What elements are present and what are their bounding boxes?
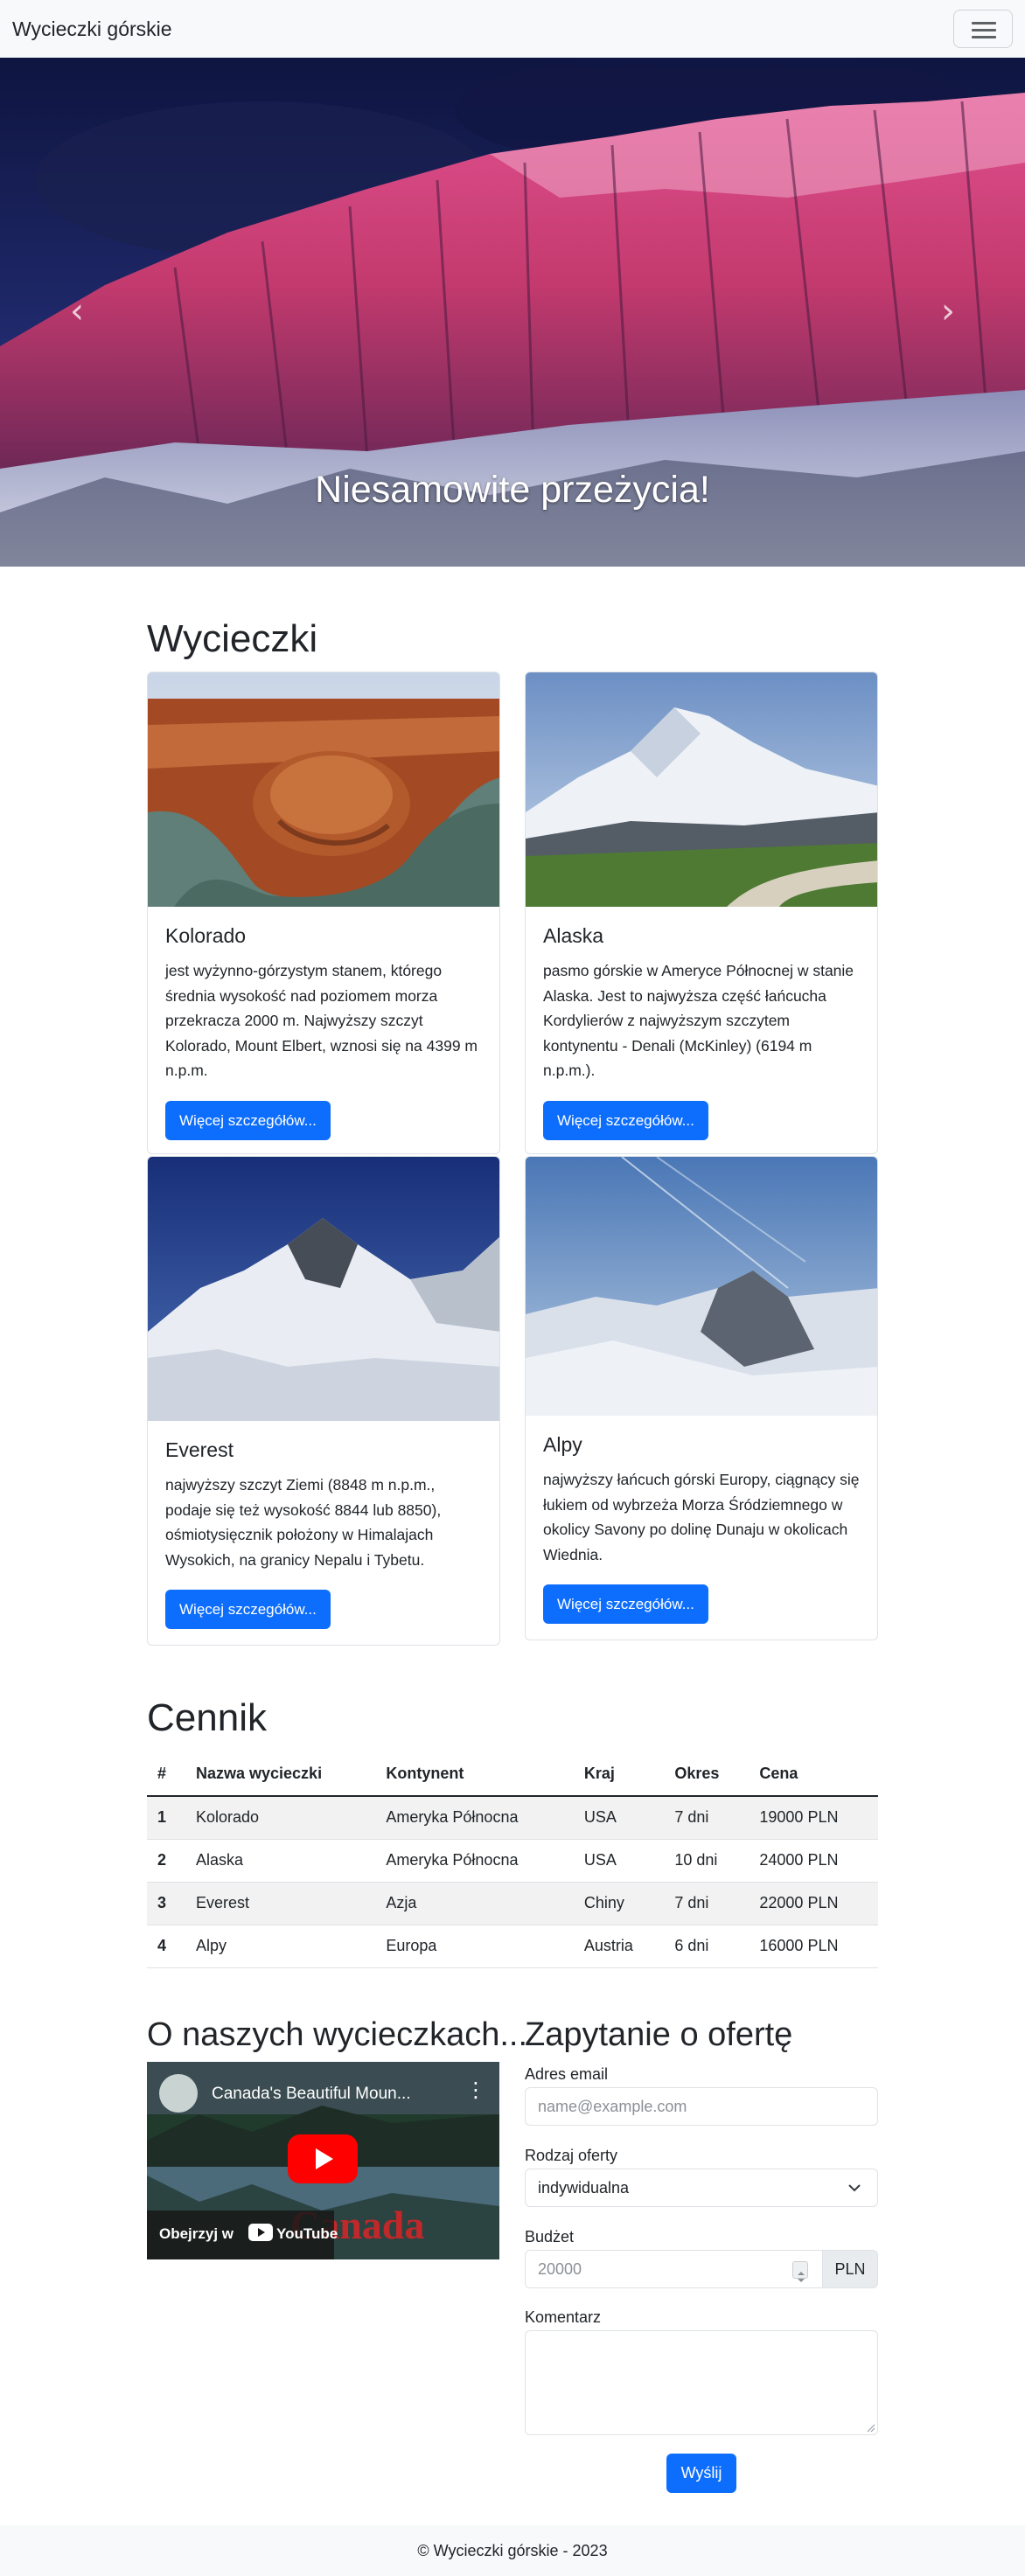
- table-cell: 2: [147, 1839, 185, 1883]
- navbar: Wycieczki górskie: [0, 0, 1025, 58]
- table-cell: Europa: [375, 1925, 574, 1968]
- table-cell: 24000 PLN: [749, 1839, 878, 1883]
- budget-input[interactable]: 20000: [525, 2250, 823, 2288]
- table-header: Nazwa wycieczki: [185, 1752, 376, 1797]
- youtube-logo-icon: [248, 2224, 273, 2241]
- card-title: Everest: [165, 1438, 234, 1461]
- submit-button[interactable]: Wyślij: [666, 2454, 736, 2493]
- carousel-caption: Niesamowite przeżycia!: [315, 469, 710, 511]
- channel-avatar[interactable]: [159, 2074, 198, 2113]
- table-header: Kraj: [573, 1752, 665, 1797]
- footer: © Wycieczki górskie - 2023: [0, 2525, 1025, 2576]
- pricing-heading: Cennik: [147, 1696, 267, 1739]
- alaska-image: [526, 672, 877, 907]
- resize-handle-icon[interactable]: [865, 2422, 875, 2433]
- table-cell: 10 dni: [664, 1839, 750, 1883]
- offer-type-value: indywidualna: [538, 2179, 630, 2197]
- card-title: Alaska: [543, 924, 604, 947]
- table-cell: 19000 PLN: [749, 1796, 878, 1840]
- table-cell: Alpy: [185, 1925, 376, 1968]
- trip-card-kolorado: Kolorado jest wyżynno-górzystym stanem, …: [147, 672, 500, 1154]
- hamburger-icon: [972, 22, 996, 24]
- hero-carousel: ‹ › Niesamowite przeżycia!: [0, 58, 1025, 567]
- chevron-down-icon: [848, 2184, 861, 2192]
- youtube-video-embed[interactable]: Canada's Beautiful Moun... ⋮ Canada Obej…: [147, 2062, 499, 2259]
- card-text: najwyższy łańcuch górski Europy, ciągnąc…: [543, 1471, 860, 1563]
- card-text: pasmo górskie w Ameryce Północnej w stan…: [543, 962, 854, 1079]
- number-spinner-icon[interactable]: [792, 2261, 808, 2282]
- alpy-image: [526, 1157, 877, 1416]
- comment-label: Komentarz: [525, 2308, 602, 2326]
- card-text: najwyższy szczyt Ziemi (8848 m n.p.m., p…: [165, 1476, 442, 1569]
- budget-label: Budżet: [525, 2228, 575, 2245]
- watch-on-youtube-bar[interactable]: Obejrzyj w YouTube: [147, 2210, 338, 2259]
- table-cell: Alaska: [185, 1839, 376, 1883]
- table-cell: 1: [147, 1796, 185, 1840]
- video-title[interactable]: Canada's Beautiful Moun...: [212, 2085, 411, 2104]
- trip-card-alaska: Alaska pasmo górskie w Ameryce Północnej…: [525, 672, 878, 1154]
- email-input[interactable]: name@example.com: [525, 2087, 878, 2126]
- table-row: 3 Everest Azja Chiny 7 dni 22000 PLN: [147, 1882, 878, 1925]
- card-title: Alpy: [543, 1433, 582, 1456]
- offer-type-select[interactable]: indywidualna: [525, 2169, 878, 2207]
- details-button-everest[interactable]: Więcej szczegółów...: [165, 1590, 331, 1629]
- offer-form-heading: Zapytanie o ofertę: [525, 2016, 793, 2053]
- offer-type-label: Rodzaj oferty: [525, 2147, 618, 2164]
- card-text: jest wyżynno-górzystym stanem, którego ś…: [165, 962, 478, 1079]
- trip-card-everest: Everest najwyższy szczyt Ziemi (8848 m n…: [147, 1156, 500, 1646]
- table-cell: 16000 PLN: [749, 1925, 878, 1968]
- table-cell: Azja: [375, 1882, 574, 1925]
- card-title: Kolorado: [165, 924, 247, 947]
- carousel-prev-button[interactable]: ‹: [51, 276, 103, 346]
- table-cell: 7 dni: [664, 1796, 750, 1840]
- email-label: Adres email: [525, 2065, 609, 2083]
- table-cell: Ameryka Północna: [375, 1839, 574, 1883]
- table-header: Kontynent: [375, 1752, 574, 1797]
- everest-image: [148, 1157, 499, 1421]
- table-header-row: # Nazwa wycieczki Kontynent Kraj Okres C…: [147, 1752, 878, 1797]
- table-cell: Kolorado: [185, 1796, 376, 1840]
- trips-heading: Wycieczki: [147, 617, 318, 660]
- details-button-alpy[interactable]: Więcej szczegółów...: [543, 1584, 708, 1624]
- table-cell: Chiny: [573, 1882, 665, 1925]
- table-cell: Everest: [185, 1882, 376, 1925]
- table-header: Okres: [664, 1752, 750, 1797]
- more-options-icon[interactable]: ⋮: [465, 2079, 486, 2100]
- table-cell: 6 dni: [664, 1925, 750, 1968]
- table-cell: Austria: [573, 1925, 665, 1968]
- trip-card-alpy: Alpy najwyższy łańcuch górski Europy, ci…: [525, 1156, 878, 1640]
- details-button-alaska[interactable]: Więcej szczegółów...: [543, 1100, 708, 1140]
- play-button[interactable]: [288, 2134, 358, 2183]
- play-icon: [316, 2148, 333, 2169]
- table-cell: 7 dni: [664, 1882, 750, 1925]
- table-header: #: [147, 1752, 185, 1797]
- pricing-table: # Nazwa wycieczki Kontynent Kraj Okres C…: [147, 1752, 878, 1968]
- about-heading: O naszych wycieczkach...: [147, 2016, 528, 2053]
- youtube-label: YouTube: [276, 2225, 338, 2242]
- table-cell: 22000 PLN: [749, 1882, 878, 1925]
- carousel-next-button[interactable]: ›: [922, 276, 974, 346]
- table-row: 1 Kolorado Ameryka Północna USA 7 dni 19…: [147, 1796, 878, 1840]
- table-cell: USA: [573, 1839, 665, 1883]
- kolorado-image: [148, 672, 499, 907]
- budget-unit: PLN: [822, 2250, 878, 2288]
- table-row: 2 Alaska Ameryka Północna USA 10 dni 240…: [147, 1839, 878, 1883]
- table-cell: Ameryka Północna: [375, 1796, 574, 1840]
- budget-placeholder: 20000: [538, 2260, 582, 2278]
- details-button-kolorado[interactable]: Więcej szczegółów...: [165, 1100, 331, 1140]
- navbar-brand[interactable]: Wycieczki górskie: [12, 17, 172, 41]
- table-cell: 3: [147, 1882, 185, 1925]
- table-header: Cena: [749, 1752, 878, 1797]
- comment-textarea[interactable]: [525, 2330, 878, 2435]
- menu-toggle-button[interactable]: [953, 10, 1013, 48]
- table-cell: 4: [147, 1925, 185, 1968]
- watch-on-label: Obejrzyj w: [159, 2225, 234, 2242]
- table-cell: USA: [573, 1796, 665, 1840]
- table-row: 4 Alpy Europa Austria 6 dni 16000 PLN: [147, 1925, 878, 1968]
